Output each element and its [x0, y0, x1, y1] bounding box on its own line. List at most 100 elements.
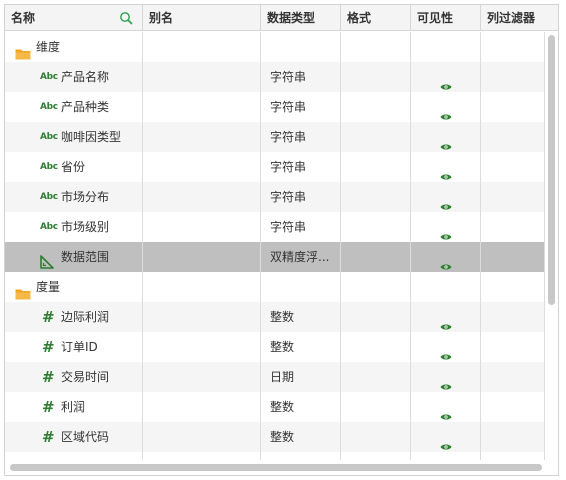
eye-icon[interactable]: [440, 192, 452, 212]
data-type-cell[interactable]: 整数: [261, 302, 341, 332]
field-row[interactable]: # 边际利润 整数: [5, 302, 545, 332]
column-filter-cell[interactable]: [481, 122, 545, 152]
column-filter-cell[interactable]: [481, 272, 545, 302]
data-type-cell[interactable]: 整数: [261, 422, 341, 452]
format-cell[interactable]: [341, 392, 411, 422]
column-filter-cell[interactable]: [481, 212, 545, 242]
header-column-filter[interactable]: 列过滤器: [481, 5, 558, 31]
visibility-cell[interactable]: [411, 422, 481, 452]
name-cell[interactable]: # 利润: [5, 392, 143, 422]
column-filter-cell[interactable]: [481, 422, 545, 452]
eye-icon[interactable]: [440, 252, 452, 272]
folder-row[interactable]: 度量: [5, 272, 545, 302]
format-cell[interactable]: [341, 452, 411, 460]
alias-cell[interactable]: [143, 152, 261, 182]
field-row[interactable]: Abc 市场分布 字符串: [5, 182, 545, 212]
name-cell[interactable]: 维度: [5, 32, 143, 62]
visibility-cell[interactable]: [411, 302, 481, 332]
visibility-cell[interactable]: [411, 152, 481, 182]
alias-cell[interactable]: [143, 62, 261, 92]
eye-icon[interactable]: [440, 72, 452, 92]
field-row[interactable]: Abc 咖啡因类型 字符串: [5, 122, 545, 152]
column-filter-cell[interactable]: [481, 302, 545, 332]
name-cell[interactable]: Abc 产品种类: [5, 92, 143, 122]
alias-cell[interactable]: [143, 92, 261, 122]
visibility-cell[interactable]: [411, 392, 481, 422]
format-cell[interactable]: [341, 122, 411, 152]
folder-row[interactable]: 维度: [5, 32, 545, 62]
horizontal-scrollbar[interactable]: [10, 464, 542, 471]
format-cell[interactable]: [341, 92, 411, 122]
search-icon[interactable]: [119, 11, 133, 25]
name-cell[interactable]: Abc 产品名称: [5, 62, 143, 92]
header-format[interactable]: 格式: [341, 5, 411, 31]
alias-cell[interactable]: [143, 332, 261, 362]
visibility-cell[interactable]: [411, 212, 481, 242]
format-cell[interactable]: [341, 152, 411, 182]
field-row[interactable]: Abc 市场级别 字符串: [5, 212, 545, 242]
visibility-cell[interactable]: [411, 32, 481, 62]
visibility-cell[interactable]: [411, 242, 481, 272]
alias-cell[interactable]: [143, 32, 261, 62]
visibility-cell[interactable]: [411, 332, 481, 362]
eye-icon[interactable]: [440, 432, 452, 452]
vertical-scrollbar[interactable]: [548, 35, 555, 305]
alias-cell[interactable]: [143, 182, 261, 212]
column-filter-cell[interactable]: [481, 32, 545, 62]
alias-cell[interactable]: [143, 242, 261, 272]
format-cell[interactable]: [341, 32, 411, 62]
visibility-cell[interactable]: [411, 272, 481, 302]
alias-cell[interactable]: [143, 362, 261, 392]
name-cell[interactable]: # 订单ID: [5, 332, 143, 362]
eye-icon[interactable]: [440, 342, 452, 362]
eye-icon[interactable]: [440, 312, 452, 332]
format-cell[interactable]: [341, 302, 411, 332]
field-row[interactable]: # 订单ID 整数: [5, 332, 545, 362]
format-cell[interactable]: [341, 272, 411, 302]
column-filter-cell[interactable]: [481, 392, 545, 422]
visibility-cell[interactable]: [411, 182, 481, 212]
header-visibility[interactable]: 可见性: [411, 5, 481, 31]
field-row[interactable]: [5, 452, 545, 460]
name-cell[interactable]: 数据范围: [5, 242, 143, 272]
format-cell[interactable]: [341, 242, 411, 272]
field-row[interactable]: 数据范围 双精度浮...: [5, 242, 545, 272]
name-cell[interactable]: Abc 省份: [5, 152, 143, 182]
visibility-cell[interactable]: [411, 122, 481, 152]
data-type-cell[interactable]: 日期: [261, 362, 341, 392]
eye-icon[interactable]: [440, 222, 452, 242]
column-filter-cell[interactable]: [481, 182, 545, 212]
name-cell[interactable]: # 边际利润: [5, 302, 143, 332]
name-cell[interactable]: [5, 452, 143, 460]
eye-icon[interactable]: [440, 372, 452, 392]
data-type-cell[interactable]: [261, 452, 341, 460]
header-alias[interactable]: 别名: [143, 5, 261, 31]
format-cell[interactable]: [341, 362, 411, 392]
eye-icon[interactable]: [440, 132, 452, 152]
column-filter-cell[interactable]: [481, 332, 545, 362]
alias-cell[interactable]: [143, 452, 261, 460]
visibility-cell[interactable]: [411, 62, 481, 92]
column-filter-cell[interactable]: [481, 92, 545, 122]
format-cell[interactable]: [341, 182, 411, 212]
data-type-cell[interactable]: 字符串: [261, 212, 341, 242]
format-cell[interactable]: [341, 62, 411, 92]
data-type-cell[interactable]: 字符串: [261, 152, 341, 182]
alias-cell[interactable]: [143, 302, 261, 332]
field-row[interactable]: # 利润 整数: [5, 392, 545, 422]
alias-cell[interactable]: [143, 122, 261, 152]
visibility-cell[interactable]: [411, 362, 481, 392]
data-type-cell[interactable]: 整数: [261, 332, 341, 362]
data-type-cell[interactable]: [261, 272, 341, 302]
data-type-cell[interactable]: 双精度浮...: [261, 242, 341, 272]
field-row[interactable]: # 区域代码 整数: [5, 422, 545, 452]
alias-cell[interactable]: [143, 392, 261, 422]
name-cell[interactable]: Abc 咖啡因类型: [5, 122, 143, 152]
header-data-type[interactable]: 数据类型: [261, 5, 341, 31]
data-type-cell[interactable]: 字符串: [261, 92, 341, 122]
column-filter-cell[interactable]: [481, 362, 545, 392]
visibility-cell[interactable]: [411, 452, 481, 460]
name-cell[interactable]: 度量: [5, 272, 143, 302]
alias-cell[interactable]: [143, 212, 261, 242]
eye-icon[interactable]: [440, 402, 452, 422]
